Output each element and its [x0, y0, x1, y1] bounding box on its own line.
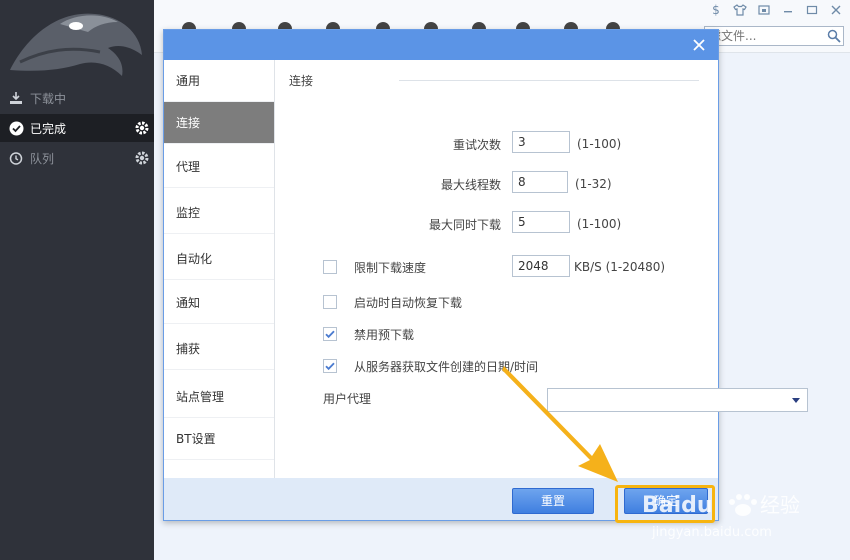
disable-prealloc-checkbox[interactable]: [323, 327, 337, 341]
check-circle-icon: [8, 120, 24, 136]
minimize-icon[interactable]: [778, 2, 798, 18]
watermark-suffix: 经验: [760, 493, 800, 517]
simultaneous-label: 最大同时下载: [428, 218, 501, 232]
settings-dialog: 通用 连接 代理 监控 自动化 通知 捕获 站点管理 BT设置 连接 重试次数 …: [163, 29, 808, 521]
sidebar-item-completed[interactable]: 已完成: [0, 114, 154, 142]
shirt-icon[interactable]: [730, 2, 750, 18]
close-icon[interactable]: [826, 2, 846, 18]
reset-button[interactable]: 重置: [512, 488, 594, 514]
download-icon: [8, 90, 24, 106]
watermark-url: jingyan.baidu.com: [651, 525, 772, 540]
settings-content: 连接 重试次数 (1-100) 最大线程数 (1-32) 最大同时下载 (1-1…: [275, 60, 808, 478]
threads-input[interactable]: [512, 171, 568, 193]
simultaneous-range: (1-100): [577, 217, 622, 231]
section-title: 连接: [289, 74, 314, 88]
gear-icon[interactable]: [134, 120, 150, 136]
nav-item-bt-settings[interactable]: BT设置: [164, 418, 274, 460]
nav-item-site-manager[interactable]: 站点管理: [164, 376, 274, 418]
chevron-down-icon: [792, 398, 800, 403]
search-field[interactable]: [704, 26, 844, 46]
speed-limit-input[interactable]: [512, 255, 570, 277]
search-icon[interactable]: [827, 29, 841, 43]
checkmark-icon: [325, 362, 335, 371]
sidebar-item-queue[interactable]: 队列: [0, 144, 154, 172]
gear-icon[interactable]: [134, 150, 150, 166]
speed-limit-checkbox[interactable]: [323, 260, 337, 274]
nav-item-general[interactable]: 通用: [164, 60, 274, 102]
server-time-checkbox[interactable]: [323, 359, 337, 373]
app-sidebar: 下载中 已完成 队列: [0, 0, 154, 560]
section-divider: [399, 80, 699, 81]
threads-label: 最大线程数: [440, 178, 501, 192]
speed-limit-label: 限制下载速度: [354, 261, 427, 275]
retry-range: (1-100): [577, 137, 622, 151]
nav-item-monitor[interactable]: 监控: [164, 192, 274, 234]
threads-range: (1-32): [575, 177, 612, 191]
auto-resume-checkbox[interactable]: [323, 295, 337, 309]
speed-limit-range: KB/S (1-20480): [574, 260, 666, 274]
sidebar-item-label: 下载中: [30, 91, 67, 106]
window-controls: $: [706, 2, 846, 18]
nav-item-automation[interactable]: 自动化: [164, 238, 274, 280]
close-icon[interactable]: [690, 36, 708, 54]
clock-icon: [8, 150, 24, 166]
nav-item-capture[interactable]: 捕获: [164, 328, 274, 370]
user-agent-label: 用户代理: [323, 392, 372, 406]
nav-item-proxy[interactable]: 代理: [164, 146, 274, 188]
baidu-watermark: Baidu 经验 jingyan.baidu.com: [642, 493, 800, 540]
search-input[interactable]: [705, 27, 831, 45]
retry-input[interactable]: [512, 131, 570, 153]
sidebar-item-label: 已完成: [30, 121, 67, 136]
window-icon[interactable]: [754, 2, 774, 18]
dialog-titlebar: [164, 30, 718, 60]
checkmark-icon: [325, 330, 335, 339]
sidebar-item-label: 队列: [30, 151, 55, 166]
auto-resume-label: 启动时自动恢复下载: [354, 296, 463, 310]
disable-prealloc-label: 禁用预下载: [354, 328, 415, 342]
paw-icon: [729, 494, 757, 516]
eagle-logo-icon: [0, 0, 154, 84]
watermark-brand: Baidu: [642, 493, 713, 518]
dollar-icon[interactable]: $: [706, 2, 726, 18]
sidebar-item-downloading[interactable]: 下载中: [0, 84, 154, 112]
simultaneous-input[interactable]: [512, 211, 570, 233]
nav-item-connection[interactable]: 连接: [164, 102, 274, 144]
retry-label: 重试次数: [452, 138, 501, 152]
maximize-icon[interactable]: [802, 2, 822, 18]
nav-item-notify[interactable]: 通知: [164, 282, 274, 324]
pointer-arrow-icon: [502, 366, 618, 482]
settings-nav: 通用 连接 代理 监控 自动化 通知 捕获 站点管理 BT设置: [164, 60, 274, 478]
